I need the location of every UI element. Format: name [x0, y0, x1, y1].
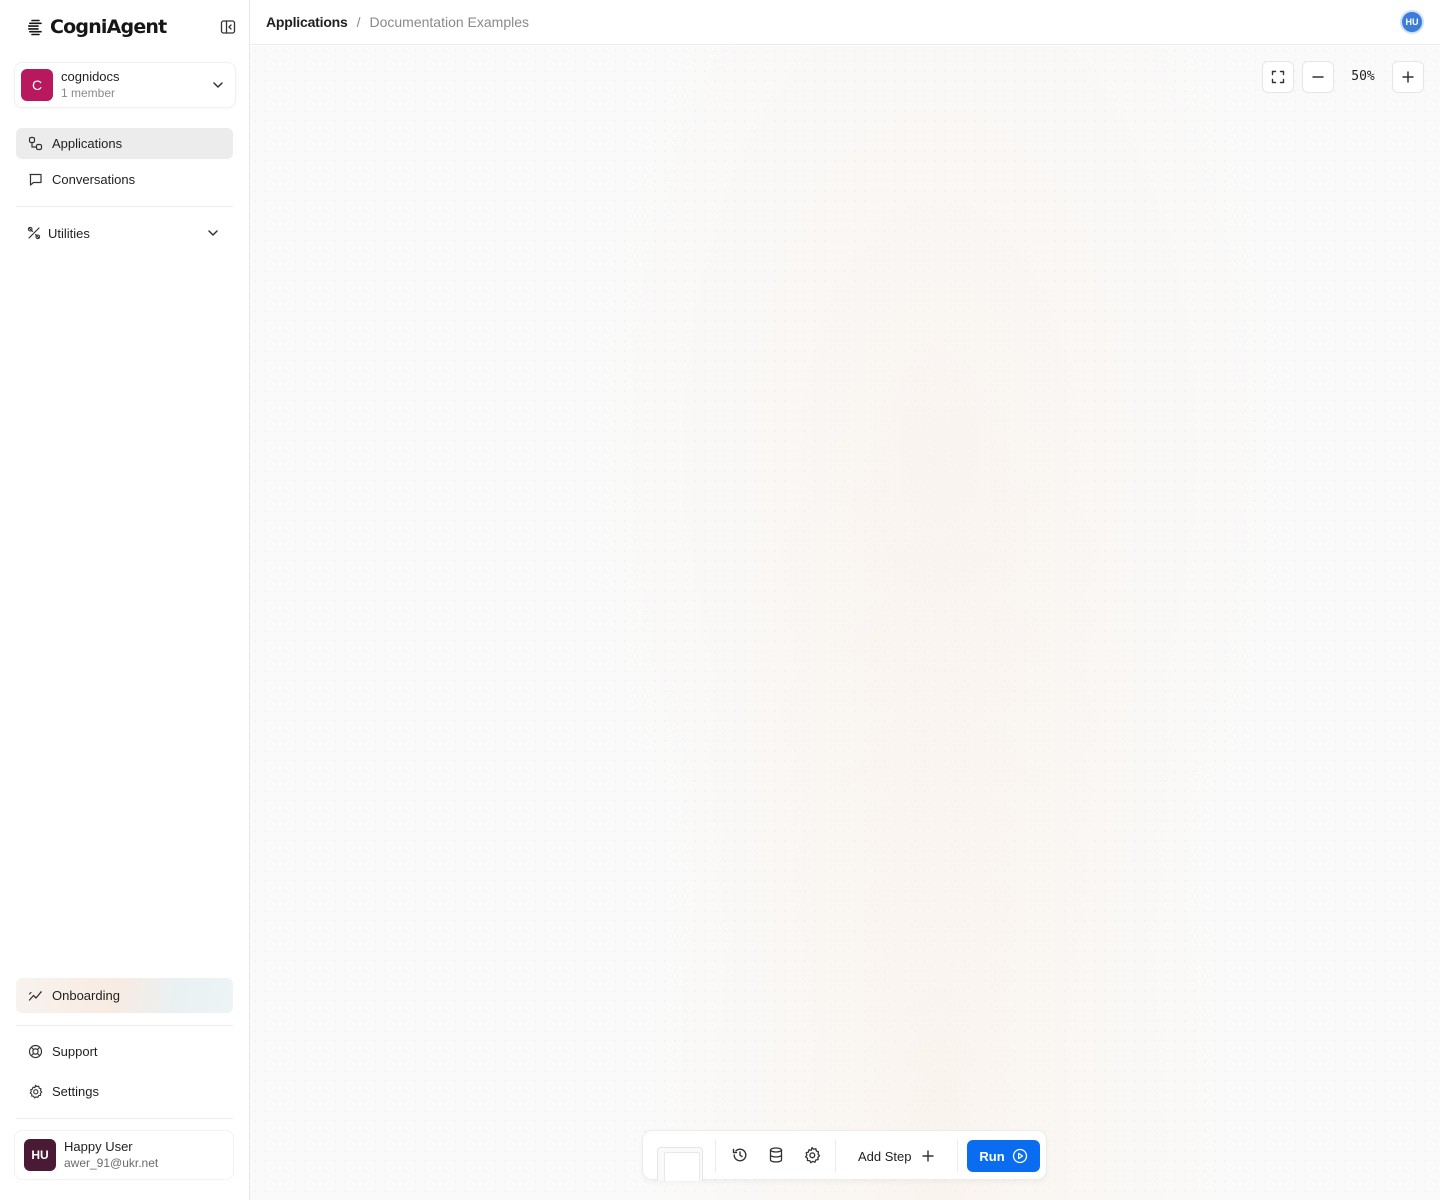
sidebar-item-onboarding[interactable]: Onboarding [16, 978, 233, 1013]
sidebar-item-label: Conversations [52, 172, 136, 187]
zoom-out-button[interactable] [1302, 61, 1334, 93]
workflow-canvas[interactable] [250, 46, 1440, 1200]
user-name: Happy User [64, 1139, 133, 1154]
history-icon[interactable] [731, 1146, 749, 1164]
zoom-in-button[interactable] [1392, 61, 1424, 93]
chevron-down-icon [213, 82, 223, 88]
breadcrumb-current[interactable]: Documentation Examples [370, 14, 530, 30]
plus-icon [921, 1150, 934, 1162]
minus-icon [1312, 76, 1324, 78]
fit-screen-button[interactable] [1262, 61, 1294, 93]
tools-icon [27, 226, 41, 240]
breadcrumb-separator: / [356, 14, 361, 30]
user-email: awer_91@ukr.net [64, 1156, 159, 1170]
applications-icon [28, 136, 43, 151]
gear-icon[interactable] [803, 1146, 821, 1164]
sidebar-item-label: Onboarding [52, 988, 120, 1003]
user-info: Happy User awer_91@ukr.net [64, 1138, 158, 1172]
sidebar-item-applications[interactable]: Applications [16, 128, 233, 159]
avatar: HU [24, 1139, 56, 1171]
sidebar-item-conversations[interactable]: Conversations [16, 164, 233, 195]
workspace-name: cognidocs [61, 69, 120, 84]
play-circle-icon [1012, 1148, 1027, 1164]
workspace-info: cognidocs 1 member [61, 69, 211, 101]
app-name: CogniAgent [50, 16, 167, 38]
workspace-members: 1 member [61, 86, 116, 100]
app-logo[interactable]: CogniAgent [26, 16, 167, 38]
run-label: Run [979, 1148, 1005, 1164]
add-step-label: Add Step [858, 1148, 912, 1164]
sidebar-divider [16, 1118, 233, 1119]
trend-icon [28, 991, 42, 1001]
sidebar-item-label: Applications [52, 136, 123, 151]
plus-icon [1402, 71, 1414, 83]
zoom-level: 50% [1351, 69, 1375, 84]
sidebar-item-label: Utilities [48, 225, 90, 241]
toolbar-divider [715, 1139, 716, 1173]
chat-bubble-icon [29, 173, 42, 186]
bottom-toolbar: Add Step Run [642, 1130, 1047, 1181]
sidebar: CogniAgent C cognidocs 1 member Applicat… [0, 0, 250, 1200]
lifebuoy-icon [28, 1044, 43, 1059]
sidebar-collapse-icon[interactable] [220, 19, 236, 35]
gear-icon [29, 1084, 43, 1099]
fit-screen-icon [1271, 70, 1285, 84]
toolbar-divider [835, 1139, 836, 1173]
sidebar-divider [16, 206, 233, 207]
breadcrumb: Applications / Documentation Examples [266, 14, 529, 30]
add-step-button[interactable]: Add Step [849, 1140, 944, 1172]
breadcrumb-applications[interactable]: Applications [266, 14, 348, 30]
header-avatar[interactable]: HU [1400, 10, 1424, 34]
sidebar-item-support[interactable]: Support [16, 1036, 233, 1067]
sidebar-item-label: Settings [52, 1084, 99, 1099]
database-icon[interactable] [767, 1146, 785, 1164]
workspace-avatar: C [21, 69, 53, 101]
logo-row: CogniAgent [26, 14, 236, 40]
workspace-switcher[interactable]: C cognidocs 1 member [14, 62, 236, 108]
canvas-background [530, 46, 1350, 1200]
sidebar-item-label: Support [52, 1044, 98, 1059]
sidebar-item-utilities[interactable]: Utilities [16, 218, 233, 248]
sidebar-divider [16, 1025, 233, 1026]
toolbar-divider [957, 1139, 958, 1173]
user-profile[interactable]: HU Happy User awer_91@ukr.net [14, 1130, 234, 1180]
canvas-thumbnail[interactable] [657, 1147, 703, 1181]
chevron-down-icon [208, 230, 218, 236]
thumbnail-page [664, 1152, 700, 1181]
run-button[interactable]: Run [967, 1140, 1040, 1172]
logo-mark-icon [28, 19, 42, 36]
top-header: Applications / Documentation Examples HU [250, 0, 1440, 45]
sidebar-item-settings[interactable]: Settings [16, 1076, 233, 1107]
